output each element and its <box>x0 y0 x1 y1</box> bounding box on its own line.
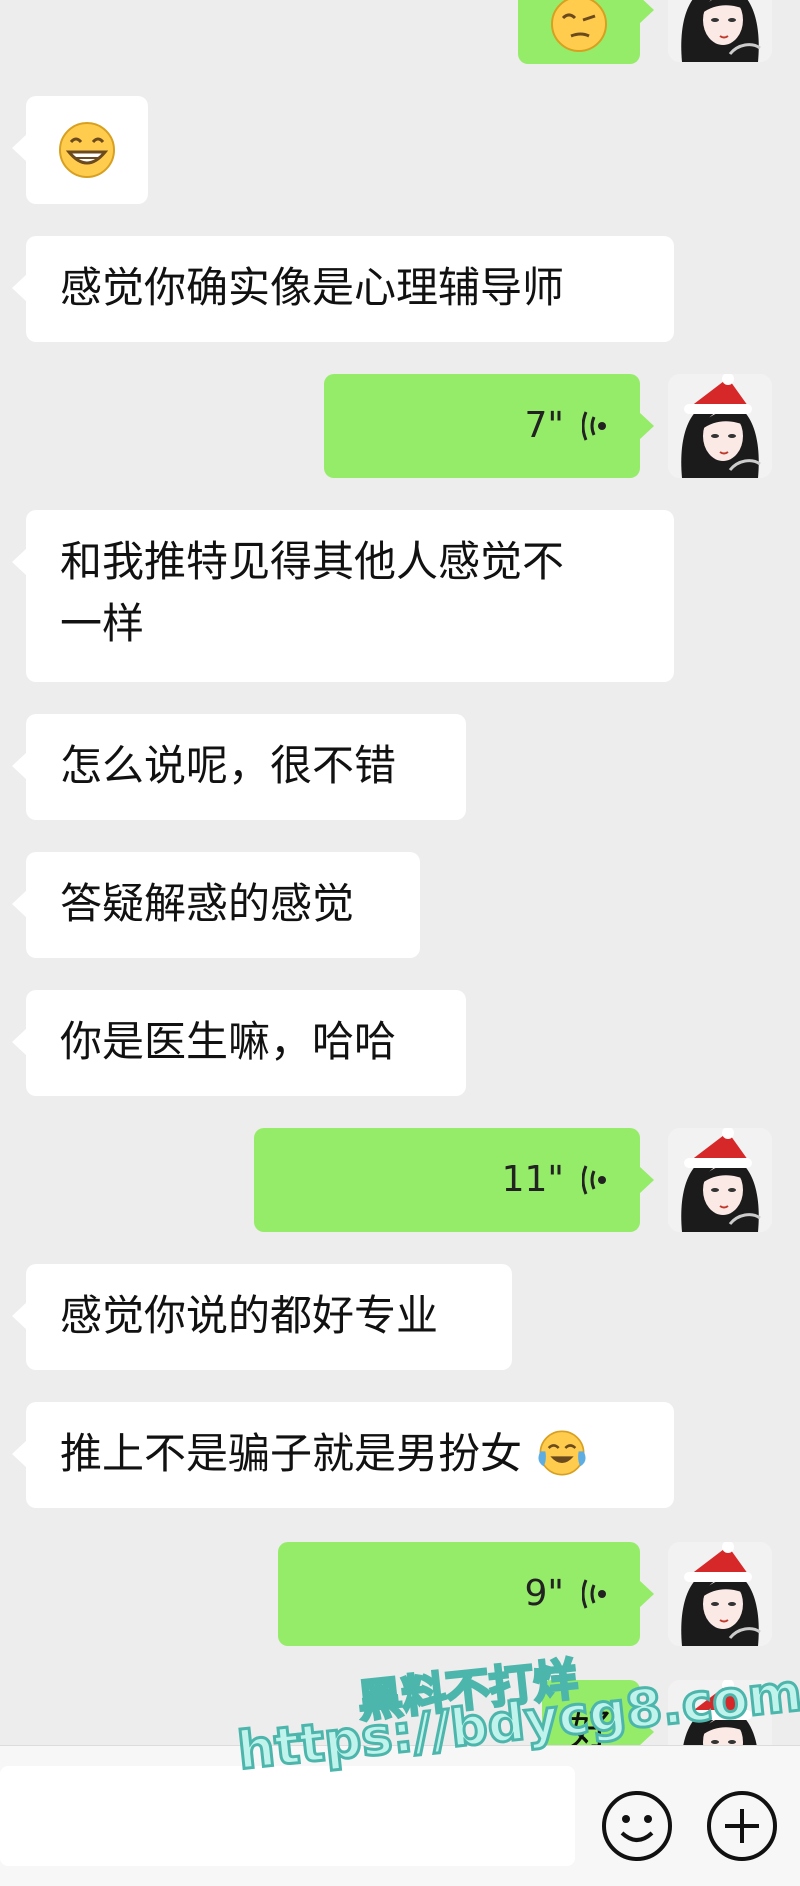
message-text: 答疑解惑的感觉 <box>60 879 355 928</box>
message-text: 感觉你说的都好专业 <box>60 1291 439 1340</box>
voice-wave-icon <box>582 1579 606 1609</box>
message-bubble-emoji[interactable] <box>12 96 148 204</box>
message-bubble-emoji[interactable] <box>518 0 654 64</box>
voice-duration: 11" <box>501 1159 564 1200</box>
message-bubble-text[interactable]: 怎么说呢，很不错 <box>12 714 466 820</box>
voice-message-bubble[interactable]: 9" <box>278 1542 654 1646</box>
thinking-emoji <box>551 0 607 52</box>
input-bar <box>0 1745 800 1886</box>
emoji-icon[interactable] <box>600 1789 674 1863</box>
avatar[interactable] <box>668 1128 772 1232</box>
message-text: 感觉你确实像是心理辅导师 <box>60 263 565 312</box>
message-bubble-text[interactable]: 感觉你确实像是心理辅导师 <box>12 236 674 342</box>
voice-message-bubble[interactable]: 7" <box>324 374 654 478</box>
message-bubble-text[interactable]: 答疑解惑的感觉 <box>12 852 420 958</box>
avatar[interactable] <box>668 374 772 478</box>
plus-icon[interactable] <box>705 1789 779 1863</box>
message-bubble-text[interactable]: 和我推特见得其他人感觉不 一样 <box>12 510 674 682</box>
message-text: 你是医生嘛，哈哈 <box>60 1017 397 1066</box>
message-bubble-text[interactable]: 推上不是骗子就是男扮女 <box>12 1402 674 1508</box>
avatar[interactable] <box>668 1542 772 1646</box>
message-bubble-text[interactable]: 好 <box>542 1680 654 1745</box>
message-text-line: 一样 <box>60 599 145 648</box>
chat-area[interactable]: 感觉你确实像是心理辅导师 7" 和我推特见得其他人感觉不 一样 怎么说呢，很不错… <box>0 0 800 1745</box>
laughing-crying-emoji <box>538 1430 586 1475</box>
voice-wave-icon <box>582 411 606 441</box>
message-bubble-text[interactable]: 感觉你说的都好专业 <box>12 1264 512 1370</box>
voice-wave-icon <box>582 1165 606 1195</box>
message-text: 怎么说呢，很不错 <box>60 741 397 790</box>
avatar[interactable] <box>668 0 772 62</box>
message-text: 推上不是骗子就是男扮女 <box>60 1429 523 1478</box>
message-text-line: 和我推特见得其他人感觉不 <box>60 537 565 586</box>
voice-duration: 9" <box>524 1573 564 1614</box>
voice-message-bubble[interactable]: 11" <box>254 1128 654 1232</box>
message-bubble-text[interactable]: 你是医生嘛，哈哈 <box>12 990 466 1096</box>
voice-duration: 7" <box>524 405 564 446</box>
grinning-emoji <box>59 122 115 178</box>
message-text: 好 <box>570 1705 613 1745</box>
message-input[interactable] <box>0 1766 575 1866</box>
avatar[interactable] <box>668 1680 772 1745</box>
